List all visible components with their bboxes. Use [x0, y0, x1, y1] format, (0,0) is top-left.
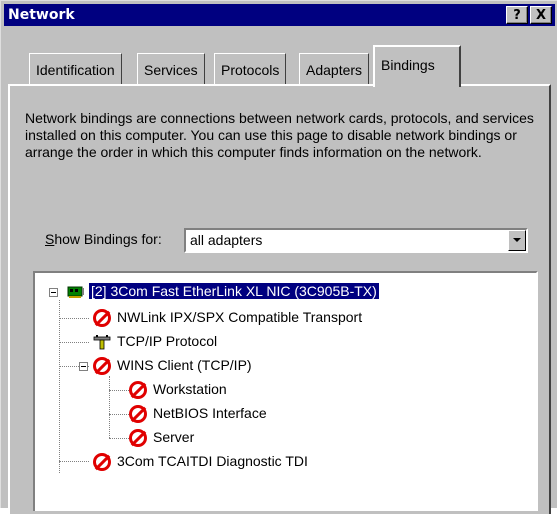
wins-collapse-toggle[interactable]: [79, 362, 88, 371]
disabled-icon: [93, 309, 111, 327]
disabled-icon: [129, 405, 147, 423]
tree-connector: [109, 376, 110, 438]
disabled-icon: [129, 381, 147, 399]
tree-item-3com-tdi-label: 3Com TCAITDI Diagnostic TDI: [117, 453, 308, 469]
tree-connector: [109, 390, 129, 391]
dropdown-arrow-button[interactable]: [508, 230, 526, 251]
tree-connector: [109, 438, 129, 439]
tree-item-adapter-label: [2] 3Com Fast EtherLink XL NIC (3C905B-T…: [89, 283, 379, 299]
close-button[interactable]: X: [530, 6, 552, 24]
tab-bindings[interactable]: Bindings: [373, 45, 461, 87]
tree-item-nwlink-label: NWLink IPX/SPX Compatible Transport: [117, 309, 363, 325]
root-collapse-toggle[interactable]: [49, 288, 58, 297]
show-bindings-accel: S: [45, 231, 55, 247]
tree-connector: [59, 461, 89, 462]
bindings-tree[interactable]: [2] 3Com Fast EtherLink XL NIC (3C905B-T…: [33, 271, 538, 511]
tab-identification[interactable]: Identification: [29, 53, 122, 85]
show-bindings-dropdown[interactable]: all adapters: [184, 228, 528, 253]
tree-item-tcpip-label: TCP/IP Protocol: [117, 333, 218, 349]
tree-connector: [59, 342, 89, 343]
disabled-icon: [93, 453, 111, 471]
bindings-description: Network bindings are connections between…: [25, 110, 534, 160]
tree-item-workstation-label: Workstation: [153, 381, 227, 397]
show-bindings-value: all adapters: [190, 232, 263, 248]
tree-connector: [59, 300, 60, 473]
tab-protocols[interactable]: Protocols: [214, 53, 287, 85]
network-dialog: Network ? X Identification Services Prot…: [0, 0, 557, 514]
tab-services[interactable]: Services: [137, 53, 205, 85]
tree-item-server-label: Server: [153, 429, 195, 445]
disabled-icon: [129, 429, 147, 447]
protocol-icon: [93, 335, 111, 350]
tree-item-netbios-label: NetBIOS Interface: [153, 405, 267, 421]
help-button[interactable]: ?: [506, 6, 528, 24]
disabled-icon: [93, 357, 111, 375]
tree-connector: [109, 414, 129, 415]
show-bindings-label: Show Bindings for:: [45, 231, 162, 247]
tree-connector: [59, 318, 89, 319]
tab-strip: Identification Services Protocols Adapte…: [1, 45, 557, 87]
title-bar[interactable]: Network ? X: [4, 4, 555, 26]
window-title: Network: [8, 7, 75, 23]
show-bindings-label-text: how Bindings for:: [54, 231, 162, 247]
tree-item-wins-client-label: WINS Client (TCP/IP): [117, 357, 252, 373]
tab-adapters[interactable]: Adapters: [299, 53, 370, 85]
network-card-icon: [67, 286, 84, 298]
